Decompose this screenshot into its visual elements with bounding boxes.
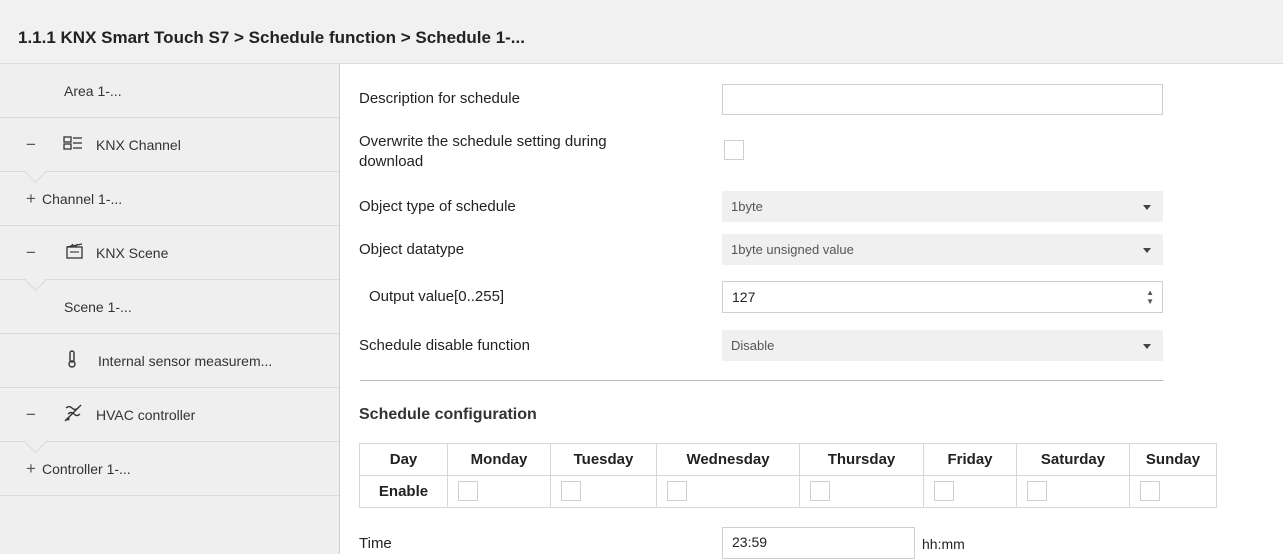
object-datatype-select[interactable]: 1byte unsigned value — [722, 234, 1163, 265]
time-unit-label: hh:mm — [922, 536, 965, 552]
sidebar-item-label: Area 1-... — [64, 82, 122, 99]
object-datatype-value: 1byte unsigned value — [731, 242, 854, 257]
expand-icon[interactable]: + — [26, 459, 36, 479]
chevron-down-icon — [1143, 343, 1151, 349]
day-friday: Friday — [923, 443, 1017, 476]
enable-checkbox-wednesday[interactable] — [667, 481, 687, 501]
day-header: Day — [359, 443, 448, 476]
channel-icon — [63, 135, 83, 155]
table-row: Enable — [359, 475, 1217, 508]
time-value: 23:59 — [732, 534, 768, 550]
enable-cell-thursday — [799, 475, 924, 508]
enable-cell-tuesday — [550, 475, 657, 508]
window-title: 1.1.1 KNX Smart Touch S7 > Schedule func… — [18, 28, 525, 47]
day-saturday: Saturday — [1016, 443, 1130, 476]
sidebar-item-label: HVAC controller — [96, 406, 196, 423]
object-type-select[interactable]: 1byte — [722, 191, 1163, 222]
chevron-down-icon — [1143, 204, 1151, 210]
description-label: Description for schedule — [359, 90, 520, 107]
enable-checkbox-sunday[interactable] — [1140, 481, 1160, 501]
chevron-down-icon — [1143, 247, 1151, 253]
overwrite-label-line2: download — [359, 153, 424, 170]
collapse-icon[interactable]: − — [26, 405, 36, 425]
enable-checkbox-friday[interactable] — [934, 481, 954, 501]
table-row: Day Monday Tuesday Wednesday Thursday Fr… — [359, 443, 1217, 476]
sidebar-item-label: Internal sensor measurem... — [98, 352, 273, 369]
sidebar-item-knx-scene[interactable]: − KNX Scene — [0, 226, 339, 292]
disable-function-label: Schedule disable function — [359, 337, 530, 354]
enable-cell-sunday — [1129, 475, 1217, 508]
enable-checkbox-tuesday[interactable] — [561, 481, 581, 501]
sidebar-item-scene[interactable]: Scene 1-... — [0, 280, 339, 334]
divider — [360, 380, 1163, 381]
expand-icon[interactable]: + — [26, 189, 36, 209]
overwrite-checkbox[interactable] — [724, 140, 744, 160]
day-sunday: Sunday — [1129, 443, 1217, 476]
sidebar-item-label: KNX Channel — [96, 136, 181, 153]
day-thursday: Thursday — [799, 443, 924, 476]
sidebar-item-hvac-controller[interactable]: − HVAC controller — [0, 388, 339, 454]
enable-cell-friday — [923, 475, 1017, 508]
sidebar-item-label: KNX Scene — [96, 244, 169, 261]
output-value-label: Output value[0..255] — [369, 288, 505, 305]
sidebar-item-channel[interactable]: + Channel 1-... — [0, 172, 339, 226]
description-input[interactable] — [722, 84, 1163, 115]
enable-label: Enable — [359, 475, 448, 508]
enable-cell-monday — [447, 475, 551, 508]
sidebar-item-controller[interactable]: + Controller 1-... — [0, 442, 339, 496]
enable-checkbox-thursday[interactable] — [810, 481, 830, 501]
disable-function-value: Disable — [731, 338, 775, 353]
time-label: Time — [359, 535, 392, 552]
output-value: 127 — [732, 289, 756, 305]
sidebar-item-label: Channel 1-... — [42, 190, 123, 207]
enable-cell-saturday — [1016, 475, 1130, 508]
sidebar-item-area[interactable]: Area 1-... — [0, 64, 339, 118]
sidebar-item-label: Controller 1-... — [42, 460, 131, 477]
object-datatype-label: Object datatype — [359, 241, 465, 258]
scene-icon — [66, 242, 84, 263]
overwrite-label-line1: Overwrite the schedule setting during — [359, 133, 607, 150]
object-type-label: Object type of schedule — [359, 198, 516, 215]
disable-function-select[interactable]: Disable — [722, 330, 1163, 361]
collapse-icon[interactable]: − — [26, 135, 36, 155]
collapse-icon[interactable]: − — [26, 243, 36, 263]
sidebar-item-label: Scene 1-... — [64, 298, 132, 315]
overwrite-label: Overwrite the schedule setting during do… — [359, 132, 607, 172]
day-monday: Monday — [447, 443, 551, 476]
enable-checkbox-monday[interactable] — [458, 481, 478, 501]
sidebar-item-knx-channel[interactable]: − KNX Channel — [0, 118, 339, 184]
spinner-arrows-icon[interactable]: ▲ ▼ — [1146, 288, 1154, 306]
sidebar-item-internal-sensor[interactable]: Internal sensor measurem... — [0, 334, 339, 388]
schedule-section-title: Schedule configuration — [359, 406, 537, 423]
schedule-table: Day Monday Tuesday Wednesday Thursday Fr… — [359, 443, 1217, 508]
object-type-value: 1byte — [731, 199, 763, 214]
enable-checkbox-saturday[interactable] — [1027, 481, 1047, 501]
day-wednesday: Wednesday — [656, 443, 800, 476]
sidebar: Area 1-... − KNX Channel + Channel 1-...… — [0, 64, 340, 554]
thermometer-icon — [66, 349, 78, 372]
day-tuesday: Tuesday — [550, 443, 657, 476]
time-input[interactable]: 23:59 — [722, 527, 915, 559]
hvac-icon — [63, 404, 83, 426]
enable-cell-wednesday — [656, 475, 800, 508]
title-bar: 1.1.1 KNX Smart Touch S7 > Schedule func… — [0, 0, 1283, 64]
output-value-spinbox[interactable]: 127 ▲ ▼ — [722, 281, 1163, 313]
